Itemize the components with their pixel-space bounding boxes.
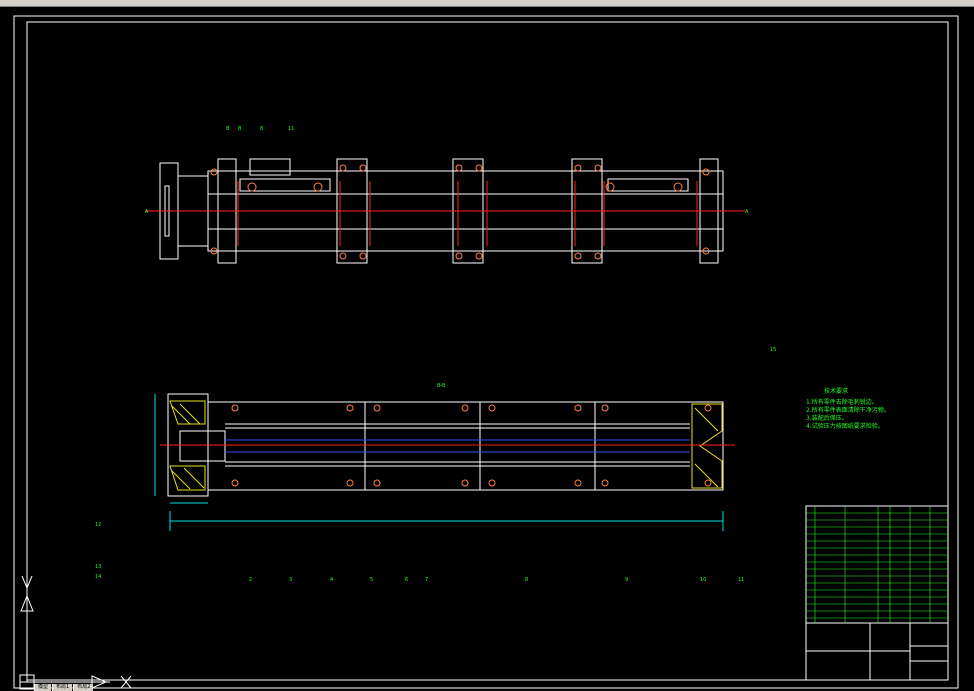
callout-label: 15 xyxy=(770,347,776,353)
svg-text:A: A xyxy=(145,209,149,215)
callout-label: 9 xyxy=(625,577,628,583)
callout-label: 7 xyxy=(425,577,428,583)
callout-label: 12 xyxy=(95,522,101,528)
callout-label: 6 xyxy=(405,577,408,583)
svg-text:A: A xyxy=(745,209,749,215)
svg-text:8: 8 xyxy=(260,126,263,132)
svg-text:B: B xyxy=(226,126,230,132)
tab-layout-1[interactable]: 布局1 xyxy=(52,684,73,691)
svg-text:B: B xyxy=(238,126,242,132)
callout-label: 11 xyxy=(738,577,744,583)
layout-tabs: 模型 布局1 布局2 xyxy=(34,684,94,691)
requirement-item: 1.所有零件去除毛刺锐边。 xyxy=(806,399,878,406)
requirement-item: 3.装配后保压。 xyxy=(806,415,848,422)
technical-requirements-title: 技术要求 xyxy=(824,388,849,395)
callout-label: 2 xyxy=(249,577,252,583)
tab-model[interactable]: 模型 xyxy=(34,684,52,691)
callout-label: 4 xyxy=(330,577,333,583)
inner-frame xyxy=(26,21,949,681)
requirement-item: 2.所有零件表面清除干净污物。 xyxy=(806,407,890,414)
callout-label: 14 xyxy=(95,574,101,580)
tab-layout-2[interactable]: 布局2 xyxy=(73,684,94,691)
outer-frame xyxy=(13,15,959,689)
callout-row: 2 3 4 5 6 7 8 9 10 11 12 13 14 15 B-B xyxy=(95,347,776,583)
ucs-icon xyxy=(19,575,132,690)
section-center-lines xyxy=(160,439,735,453)
technical-requirements: 技术要求 1.所有零件去除毛刺锐边。 2.所有零件表面清除干净污物。 3.装配后… xyxy=(806,388,926,431)
callout-label: 3 xyxy=(289,577,292,583)
requirement-item: 4.试验压力按图纸要求检验。 xyxy=(806,423,884,430)
callout-label: 10 xyxy=(700,577,706,583)
callout-label: B-B xyxy=(437,383,446,389)
svg-text:11: 11 xyxy=(288,126,294,132)
title-block xyxy=(805,505,949,681)
callout-label: 13 xyxy=(95,564,101,570)
callout-label: 5 xyxy=(370,577,373,583)
parts-list-rows xyxy=(806,506,948,623)
callout-label: 8 xyxy=(525,577,528,583)
cad-drawing-canvas[interactable]: B B 8 11 A A 2 3 4 5 6 7 8 9 10 11 12 13 1… xyxy=(0,6,974,691)
